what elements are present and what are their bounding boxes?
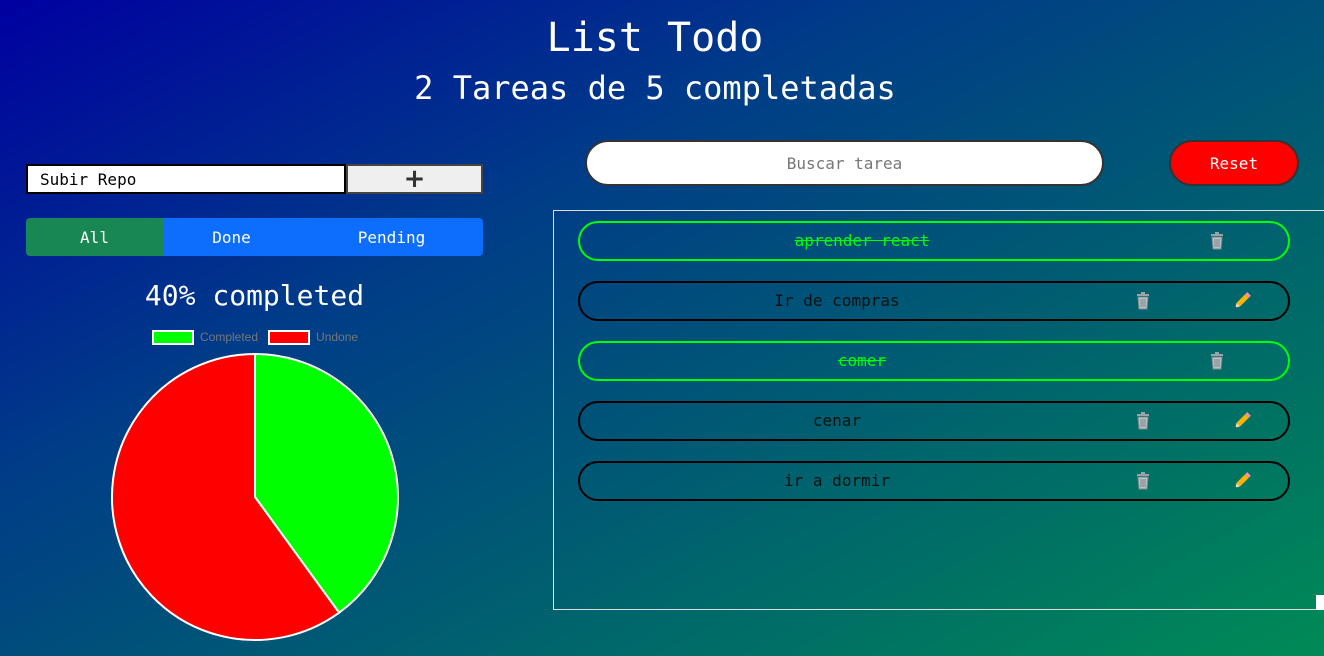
todo-text[interactable]: aprender react <box>580 223 1144 259</box>
legend-swatch-completed <box>152 329 194 345</box>
reset-button[interactable]: Reset <box>1169 140 1299 186</box>
completion-pie-chart <box>111 352 399 641</box>
todo-item: cenar <box>578 401 1290 441</box>
todo-text[interactable]: comer <box>580 343 1144 379</box>
completion-percent: 40% completed <box>144 279 365 312</box>
trash-icon[interactable] <box>1205 349 1229 373</box>
add-task-button[interactable]: + <box>346 164 483 194</box>
legend-swatch-undone <box>268 329 311 345</box>
filter-done-button[interactable]: Done <box>163 218 300 256</box>
new-task-input[interactable] <box>26 164 346 194</box>
chart-legend: Completed Undone <box>152 329 368 345</box>
filter-pending-button[interactable]: Pending <box>300 218 483 256</box>
trash-icon[interactable] <box>1131 409 1155 433</box>
todo-item: Ir de compras <box>578 281 1290 321</box>
pencil-icon[interactable] <box>1230 289 1254 313</box>
filter-all-button[interactable]: All <box>26 218 163 256</box>
todo-text[interactable]: Ir de compras <box>580 283 1094 319</box>
pencil-icon[interactable] <box>1230 469 1254 493</box>
pencil-icon[interactable] <box>1230 409 1254 433</box>
legend-item-undone[interactable]: Undone <box>268 329 359 345</box>
search-input[interactable] <box>585 140 1104 186</box>
todo-item: comer <box>578 341 1290 381</box>
tasks-summary: 2 Tareas de 5 completadas <box>414 69 896 107</box>
trash-icon[interactable] <box>1131 289 1155 313</box>
todo-text[interactable]: cenar <box>580 403 1094 439</box>
legend-item-completed[interactable]: Completed <box>152 329 259 345</box>
scrollbar-corner <box>1316 595 1324 610</box>
trash-icon[interactable] <box>1131 469 1155 493</box>
legend-label-undone: Undone <box>316 330 359 344</box>
todo-item: aprender react <box>578 221 1290 261</box>
todo-item: ir a dormir <box>578 461 1290 501</box>
todo-text[interactable]: ir a dormir <box>580 463 1094 499</box>
trash-icon[interactable] <box>1205 229 1229 253</box>
page-title: List Todo <box>546 15 764 61</box>
filter-group: All Done Pending <box>26 218 483 256</box>
legend-label-completed: Completed <box>200 330 259 344</box>
